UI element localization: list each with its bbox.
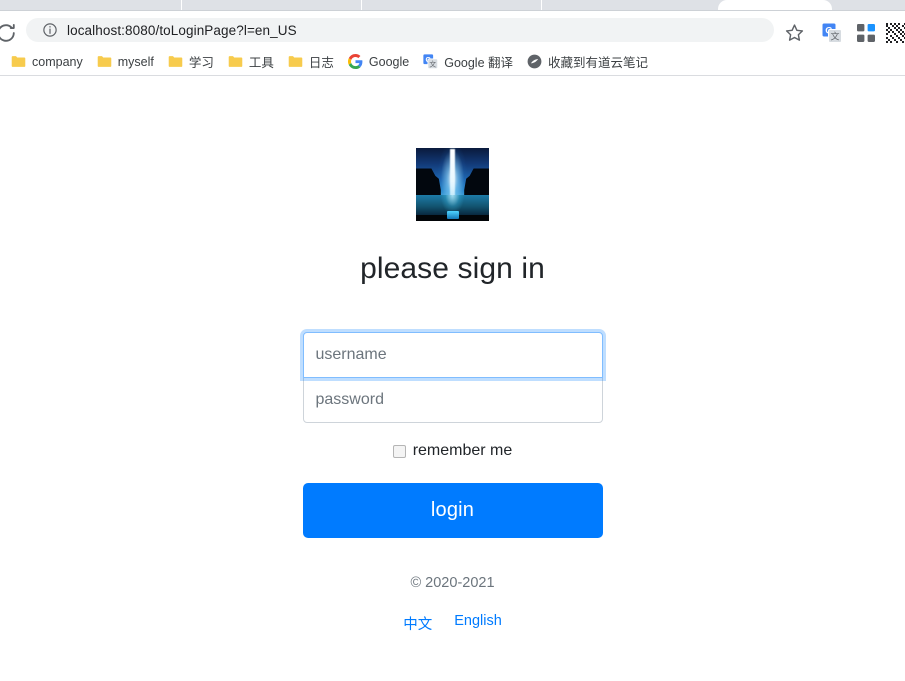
- page-content: please sign in remember me login © 2020-…: [0, 76, 905, 680]
- bookmark-youdao-note[interactable]: 收藏到有道云笔记: [520, 51, 655, 73]
- tab-strip[interactable]: [0, 0, 905, 11]
- folder-icon: [97, 55, 112, 68]
- svg-text:文: 文: [830, 31, 839, 42]
- svg-text:文: 文: [430, 59, 437, 68]
- star-icon[interactable]: [785, 23, 804, 42]
- bookmark-label: 日志: [308, 56, 334, 70]
- address-bar[interactable]: localhost:8080/toLoginPage?l=en_US: [26, 18, 774, 42]
- language-link-chinese[interactable]: 中文: [403, 613, 432, 634]
- remember-me-label[interactable]: remember me: [413, 443, 513, 459]
- extensions-puzzle-icon[interactable]: [856, 23, 876, 43]
- google-translate-extension-icon[interactable]: G 文: [822, 23, 842, 43]
- login-form: remember me login: [302, 332, 603, 539]
- folder-icon: [228, 55, 243, 68]
- bookmark-label: 学习: [188, 56, 214, 70]
- bookmark-label: Google: [368, 54, 410, 69]
- browser-chrome: localhost:8080/toLoginPage?l=en_US G 文: [0, 0, 905, 76]
- folder-icon: [168, 55, 183, 68]
- address-bar-url: localhost:8080/toLoginPage?l=en_US: [67, 22, 297, 38]
- reload-icon[interactable]: [0, 22, 17, 44]
- copyright-text: © 2020-2021: [410, 575, 495, 592]
- login-card: please sign in remember me login © 2020-…: [0, 148, 905, 634]
- bookmark-rizhi[interactable]: 日志: [281, 51, 341, 73]
- login-button[interactable]: login: [302, 483, 603, 539]
- bookmark-label: 工具: [248, 56, 274, 70]
- google-translate-icon: G 文: [423, 54, 439, 69]
- bookmark-label: myself: [117, 54, 154, 69]
- bookmark-google[interactable]: Google: [341, 51, 416, 73]
- info-circle-icon[interactable]: [42, 22, 58, 38]
- remember-me-checkbox[interactable]: [392, 444, 406, 458]
- youdao-note-icon: [527, 54, 542, 69]
- bookmarks-bar: company myself 学习 工具 日志 Google 文 Google …: [0, 48, 905, 76]
- language-switcher: 中文 English: [403, 613, 502, 634]
- google-icon: [347, 54, 363, 69]
- remember-me-row: remember me: [303, 443, 603, 459]
- bookmark-xuexi[interactable]: 学习: [161, 51, 221, 73]
- folder-icon: [288, 55, 303, 68]
- password-input[interactable]: [302, 377, 603, 424]
- bookmark-google-translate[interactable]: G 文 Google 翻译: [416, 51, 520, 73]
- bookmark-myself[interactable]: myself: [90, 51, 161, 73]
- bookmark-company[interactable]: company: [4, 51, 90, 73]
- bookmark-label: Google 翻译: [444, 56, 513, 70]
- brand-logo: [416, 148, 489, 221]
- bookmark-label: 收藏到有道云笔记: [548, 56, 649, 70]
- folder-icon: [11, 55, 26, 68]
- bookmark-gongju[interactable]: 工具: [221, 51, 281, 73]
- page-title: please sign in: [360, 252, 545, 285]
- qr-code-icon[interactable]: [886, 23, 905, 43]
- language-link-english[interactable]: English: [454, 613, 502, 634]
- omnibox-row: localhost:8080/toLoginPage?l=en_US G 文: [0, 11, 905, 48]
- username-input[interactable]: [302, 332, 603, 379]
- bookmark-label: company: [32, 54, 83, 69]
